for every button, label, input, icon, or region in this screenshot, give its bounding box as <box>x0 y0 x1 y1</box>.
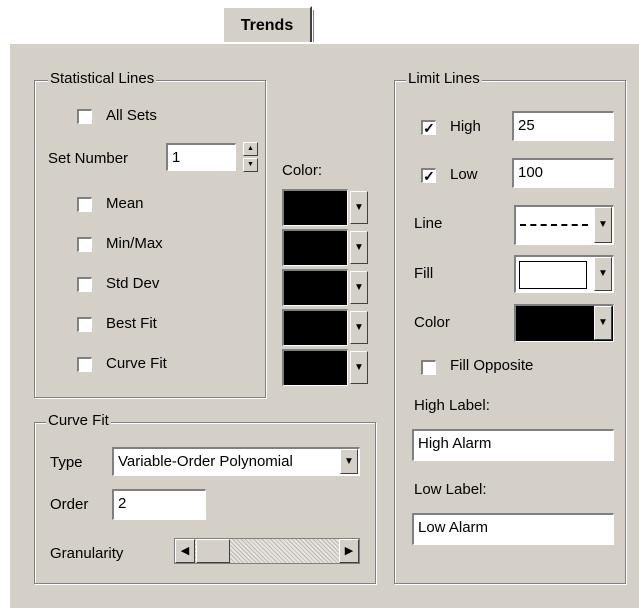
limit-lines-title: Limit Lines <box>406 70 482 87</box>
minmax-color-dropdown[interactable]: ▼ <box>350 231 368 264</box>
granularity-scroll-right[interactable]: ▶ <box>339 539 359 563</box>
line-style-dropdown[interactable]: ▼ <box>594 207 612 243</box>
minmax-color-swatch[interactable] <box>282 229 348 266</box>
low-checkbox[interactable]: ✓ <box>421 168 436 183</box>
statistical-lines-title: Statistical Lines <box>48 70 157 87</box>
stddev-color-dropdown[interactable]: ▼ <box>350 271 368 304</box>
bestfit-label[interactable]: Best Fit <box>106 315 157 332</box>
granularity-thumb[interactable] <box>196 539 230 563</box>
stddev-checkbox[interactable] <box>77 277 92 292</box>
high-value-input[interactable]: 25 <box>512 111 614 141</box>
stat-color-label: Color: <box>282 162 323 179</box>
tab-trends-label: Trends <box>240 17 294 34</box>
high-label-caption: High Label: <box>414 397 490 414</box>
low-value-input[interactable]: 100 <box>512 158 614 188</box>
fill-opposite-checkbox[interactable] <box>421 360 436 375</box>
mean-label[interactable]: Mean <box>106 195 144 212</box>
stddev-label[interactable]: Std Dev <box>106 275 159 292</box>
curvefit-checkbox[interactable] <box>77 357 92 372</box>
granularity-scroll-left[interactable]: ◀ <box>175 539 195 563</box>
line-style-label: Line <box>414 215 443 232</box>
high-checkbox[interactable]: ✓ <box>421 120 436 135</box>
set-number-spin-up[interactable]: ▲ <box>243 142 258 156</box>
fill-color-swatch <box>519 261 587 289</box>
limit-color-label: Color <box>414 314 450 331</box>
mean-color-swatch[interactable] <box>282 189 348 226</box>
set-number-input[interactable]: 1 <box>166 143 236 171</box>
high-label-input[interactable]: High Alarm <box>412 429 614 461</box>
bestfit-color-swatch[interactable] <box>282 309 348 346</box>
type-select[interactable]: Variable-Order Polynomial <box>112 447 360 476</box>
low-label-caption: Low Label: <box>414 481 487 498</box>
mean-color-dropdown[interactable]: ▼ <box>350 191 368 224</box>
curvefit-color-swatch[interactable] <box>282 349 348 386</box>
order-label: Order <box>50 496 89 513</box>
set-number-label: Set Number <box>48 150 129 167</box>
bestfit-color-dropdown[interactable]: ▼ <box>350 311 368 344</box>
fill-dropdown[interactable]: ▼ <box>594 257 612 291</box>
limit-color-dropdown[interactable]: ▼ <box>594 306 612 340</box>
minmax-checkbox[interactable] <box>77 237 92 252</box>
curvefit-label[interactable]: Curve Fit <box>106 355 167 372</box>
curvefit-color-dropdown[interactable]: ▼ <box>350 351 368 384</box>
fill-label: Fill <box>414 265 434 282</box>
all-sets-label[interactable]: All Sets <box>106 107 157 124</box>
granularity-label: Granularity <box>50 545 124 562</box>
high-label[interactable]: High <box>450 118 481 135</box>
order-input[interactable]: 2 <box>112 489 206 520</box>
set-number-spin-down[interactable]: ▼ <box>243 158 258 172</box>
low-label[interactable]: Low <box>450 166 478 183</box>
low-label-input[interactable]: Low Alarm <box>412 513 614 545</box>
type-select-dropdown[interactable]: ▼ <box>340 449 358 474</box>
tab-trends[interactable]: Trends <box>222 6 314 44</box>
all-sets-checkbox[interactable] <box>77 109 92 124</box>
stddev-color-swatch[interactable] <box>282 269 348 306</box>
type-label: Type <box>50 454 83 471</box>
bestfit-checkbox[interactable] <box>77 317 92 332</box>
curve-fit-title: Curve Fit <box>46 412 111 429</box>
dashed-line-preview <box>520 224 588 226</box>
minmax-label[interactable]: Min/Max <box>106 235 163 252</box>
mean-checkbox[interactable] <box>77 197 92 212</box>
fill-opposite-label[interactable]: Fill Opposite <box>450 357 533 374</box>
